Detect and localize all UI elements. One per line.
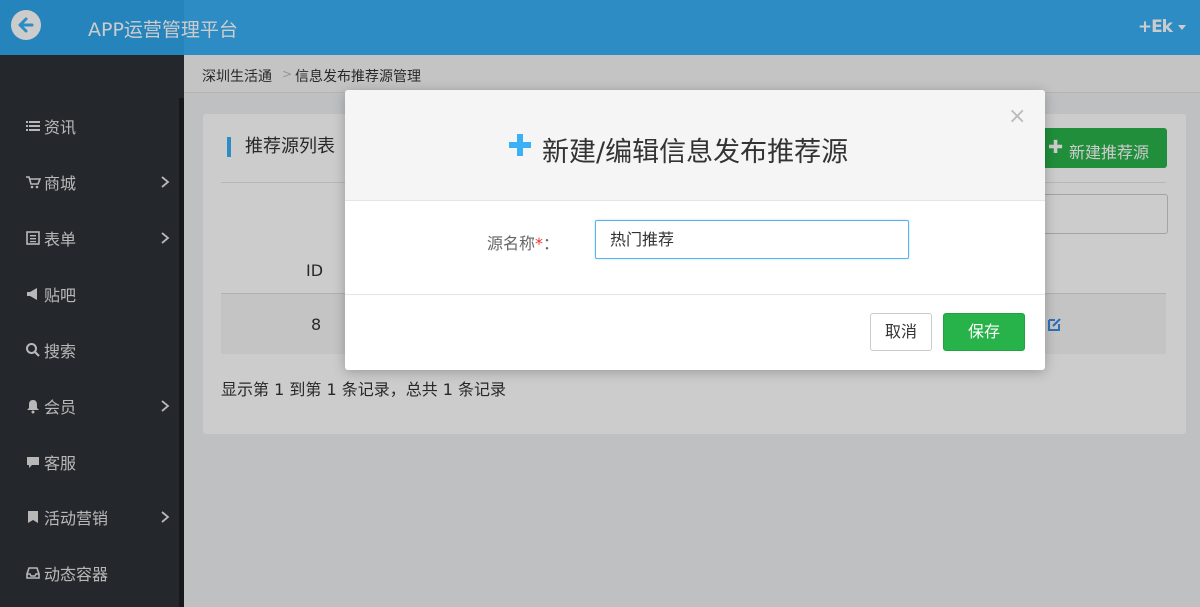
source-name-label: 源名称*： [487,230,559,254]
source-name-input[interactable]: 热门推荐 [595,220,909,259]
label-text: 源名称 [487,234,536,253]
save-button[interactable]: 保存 [943,313,1025,351]
edit-source-dialog: × 新建/编辑信息发布推荐源 源名称*： 热门推荐 取消 保存 [345,90,1045,370]
cancel-button[interactable]: 取消 [870,313,932,351]
required-mark: * [535,234,544,253]
close-icon[interactable]: × [1008,104,1026,129]
divider [345,294,1045,295]
label-colon: ： [543,234,560,253]
plus-icon [509,134,531,156]
dialog-header: × 新建/编辑信息发布推荐源 [345,90,1045,201]
dialog-title: 新建/编辑信息发布推荐源 [542,137,849,168]
